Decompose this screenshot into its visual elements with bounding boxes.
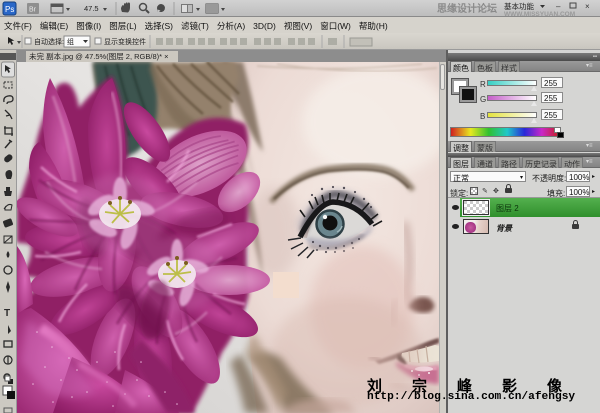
- svg-text:T: T: [4, 308, 10, 319]
- svg-text:Br: Br: [29, 7, 37, 14]
- svg-text:组: 组: [67, 37, 74, 46]
- svg-text:基本功能: 基本功能: [504, 1, 534, 11]
- svg-text:×: ×: [585, 2, 590, 11]
- svg-text:47.5: 47.5: [84, 4, 99, 13]
- svg-text:自动选择:: 自动选择:: [34, 37, 64, 46]
- svg-text:思缘设计论坛: 思缘设计论坛: [437, 2, 497, 15]
- svg-text:显示变换控件: 显示变换控件: [104, 37, 146, 46]
- svg-text:–: –: [556, 2, 561, 11]
- svg-text:Ps: Ps: [5, 5, 14, 14]
